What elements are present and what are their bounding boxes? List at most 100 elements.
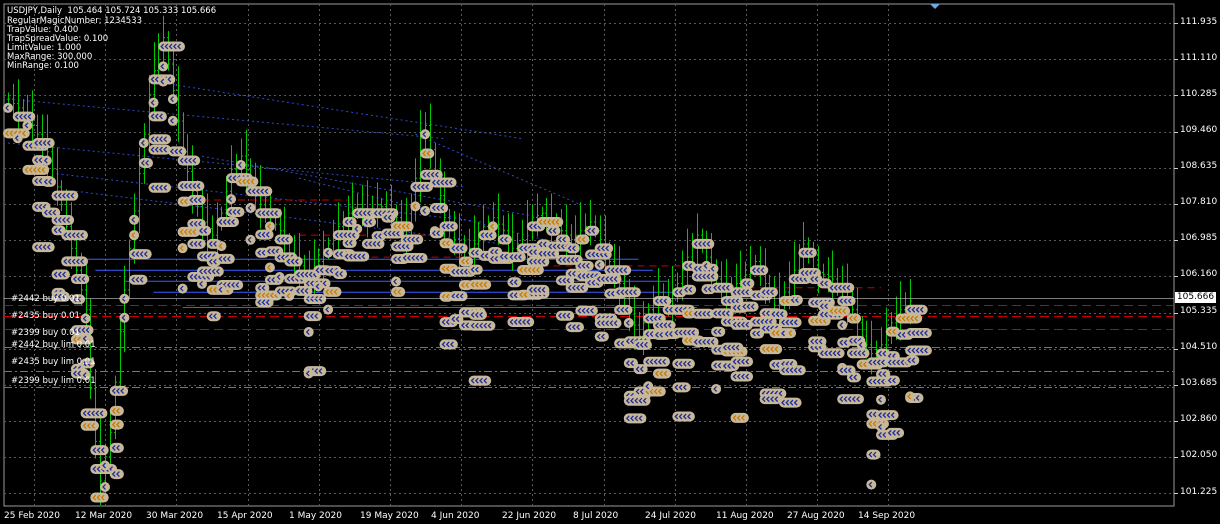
time-tick-label: 25 Feb 2020 xyxy=(4,511,61,521)
time-tick-label: 8 Jul 2020 xyxy=(573,511,619,521)
trade-marker xyxy=(536,216,564,227)
current-price-tag: 105.666 xyxy=(1175,292,1216,303)
price-tick-label: 105.335 xyxy=(1180,306,1218,316)
time-tick-label: 14 Sep 2020 xyxy=(858,511,916,521)
price-tick-label: 102.860 xyxy=(1180,414,1218,424)
trade-marker xyxy=(284,290,295,301)
trade-marker xyxy=(158,41,185,52)
trade-marker xyxy=(352,223,363,234)
trade-marker xyxy=(22,120,33,131)
trade-marker xyxy=(80,313,91,324)
trade-marker xyxy=(12,133,23,144)
param-min-range: MinRange: 0.100 xyxy=(7,61,79,71)
time-tick-label: 12 Mar 2020 xyxy=(75,511,133,521)
price-tick-label: 111.110 xyxy=(1180,53,1218,63)
price-tick-label: 111.935 xyxy=(1180,17,1218,27)
order-label[interactable]: #2442 buy lim 0.01 xyxy=(11,340,96,350)
order-label[interactable]: #2435 buy 0.01 xyxy=(11,311,80,321)
time-tick-label: 22 Jun 2020 xyxy=(502,511,557,521)
price-tick-label: 106.985 xyxy=(1180,233,1218,243)
trade-marker xyxy=(827,282,855,293)
trade-marker xyxy=(303,368,314,379)
trade-marker xyxy=(604,265,632,276)
price-tick-label: 109.460 xyxy=(1180,125,1218,135)
trade-marker xyxy=(167,115,178,126)
chart-shift-icon xyxy=(930,4,940,9)
trade-marker xyxy=(22,164,50,175)
trade-marker xyxy=(119,312,130,323)
chart-window[interactable]: USDJPY,Daily 105.464 105.724 105.333 105… xyxy=(0,0,1220,524)
symbol-line: USDJPY,Daily 105.464 105.724 105.333 105… xyxy=(7,6,217,16)
trade-marker xyxy=(837,394,864,405)
trade-marker xyxy=(303,327,314,338)
trade-marker xyxy=(342,251,370,262)
trade-marker xyxy=(594,318,622,329)
price-tick-label: 101.225 xyxy=(1180,487,1218,497)
trade-marker xyxy=(420,129,431,140)
price-chart[interactable] xyxy=(0,0,1220,524)
trade-marker xyxy=(594,274,622,285)
trade-marker xyxy=(507,317,535,328)
time-tick-label: 30 Mar 2020 xyxy=(146,511,204,521)
trade-marker xyxy=(323,247,334,258)
order-label[interactable]: #2442 buy 0.01 xyxy=(11,294,80,304)
trade-marker xyxy=(167,94,178,105)
trade-marker xyxy=(61,230,88,241)
trade-marker xyxy=(400,252,428,263)
price-tick-label: 106.160 xyxy=(1180,269,1218,279)
trade-marker xyxy=(226,194,237,205)
trade-marker xyxy=(866,479,877,490)
trade-marker xyxy=(876,394,886,405)
trade-marker xyxy=(255,208,282,219)
trade-marker xyxy=(177,283,188,294)
trade-marker xyxy=(691,271,719,282)
trade-marker xyxy=(245,186,273,197)
time-tick-label: 15 Apr 2020 xyxy=(217,511,273,521)
trade-marker xyxy=(100,460,110,471)
trade-marker xyxy=(216,241,227,252)
time-tick-label: 1 May 2020 xyxy=(289,511,342,521)
trade-marker xyxy=(905,328,932,339)
trade-marker xyxy=(264,221,275,232)
trade-marker xyxy=(856,339,867,350)
price-tick-label: 110.285 xyxy=(1180,89,1218,99)
time-tick-label: 27 Aug 2020 xyxy=(787,511,845,521)
trade-marker xyxy=(391,276,401,287)
order-label[interactable]: #2435 buy lim 0.01 xyxy=(11,357,96,367)
trade-marker xyxy=(61,256,88,267)
trade-marker xyxy=(643,381,654,392)
trade-marker xyxy=(895,313,923,324)
trade-marker xyxy=(488,221,498,232)
price-tick-label: 102.050 xyxy=(1180,450,1218,460)
trade-marker xyxy=(216,284,227,295)
trade-marker xyxy=(148,97,159,108)
time-tick-label: 19 May 2020 xyxy=(360,511,419,521)
trade-marker xyxy=(3,102,13,113)
trade-marker xyxy=(779,365,806,376)
trade-marker xyxy=(623,317,634,328)
trade-marker xyxy=(51,190,79,201)
price-tick-label: 104.510 xyxy=(1180,342,1218,352)
price-tick-label: 107.810 xyxy=(1180,197,1218,207)
trade-marker xyxy=(197,266,224,277)
trade-marker xyxy=(245,234,256,245)
trade-marker xyxy=(643,356,670,367)
trade-marker xyxy=(129,230,140,241)
order-label[interactable]: #2399 buy lim 0.01 xyxy=(11,376,96,386)
trade-marker xyxy=(779,328,789,339)
trade-marker xyxy=(235,159,246,170)
trade-marker xyxy=(41,155,52,166)
trade-marker xyxy=(138,138,149,149)
trade-marker xyxy=(905,391,916,402)
time-tick-label: 24 Jul 2020 xyxy=(645,511,696,521)
trade-marker xyxy=(245,202,256,213)
order-label[interactable]: #2399 buy 0.01 xyxy=(11,328,80,338)
trade-marker xyxy=(429,177,457,188)
trade-marker xyxy=(410,201,421,212)
trade-marker xyxy=(158,61,169,72)
trade-marker xyxy=(100,481,110,492)
price-tick-label: 103.685 xyxy=(1180,378,1218,388)
price-tick-label: 108.635 xyxy=(1180,161,1218,171)
trade-marker xyxy=(158,76,169,87)
trade-marker xyxy=(817,348,845,359)
